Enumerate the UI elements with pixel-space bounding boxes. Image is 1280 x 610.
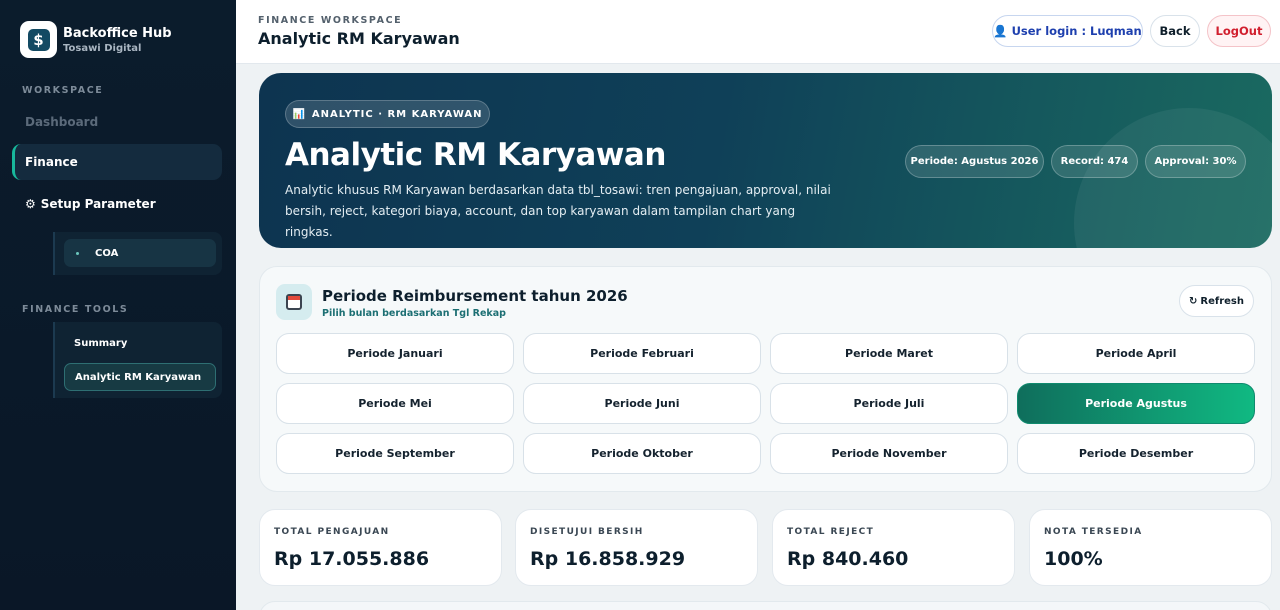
hero-title: Analytic RM Karyawan <box>285 137 666 173</box>
workspace-eyebrow: FINANCE WORKSPACE <box>258 15 403 26</box>
brand-title: Backoffice Hub <box>63 25 172 41</box>
user-icon: 👤 <box>993 24 1008 38</box>
month-button-mei[interactable]: Periode Mei <box>276 383 514 424</box>
sidebar-item-setup-parameter[interactable]: ⚙ Setup Parameter <box>12 186 222 222</box>
month-button-maret[interactable]: Periode Maret <box>770 333 1008 374</box>
sidebar-item-label: Summary <box>74 337 128 349</box>
refresh-label: Refresh <box>1200 295 1244 307</box>
sidebar-item-label: Setup Parameter <box>40 197 156 211</box>
stat-card-total-reject: TOTAL REJECT Rp 840.460 <box>772 509 1015 586</box>
page-title: Analytic RM Karyawan <box>258 29 460 48</box>
sidebar-item-label: Analytic RM Karyawan <box>75 371 202 383</box>
hero-tag: 📊 ANALYTIC · RM KARYAWAN <box>285 100 490 128</box>
month-button-juni[interactable]: Periode Juni <box>523 383 761 424</box>
bullet-icon <box>76 251 79 255</box>
month-button-juli[interactable]: Periode Juli <box>770 383 1008 424</box>
brand[interactable]: $ Backoffice Hub Tosawi Digital <box>20 21 172 58</box>
sidebar-item-label: Finance <box>25 155 78 169</box>
stat-value: Rp 840.460 <box>787 548 909 570</box>
month-button-november[interactable]: Periode November <box>770 433 1008 474</box>
sidebar-item-label: Dashboard <box>25 115 99 129</box>
logo-icon: $ <box>20 21 57 58</box>
refresh-icon: ↻ <box>1188 295 1198 307</box>
sidebar: $ Backoffice Hub Tosawi Digital WORKSPAC… <box>0 0 236 610</box>
topbar: FINANCE WORKSPACE Analytic RM Karyawan 👤… <box>236 0 1280 64</box>
sidebar-item-finance[interactable]: Finance <box>12 144 222 180</box>
workspace-section-label: WORKSPACE <box>22 85 104 96</box>
user-login-label: User login : Luqman <box>1011 24 1142 38</box>
setup-subpanel: COA <box>53 232 222 275</box>
month-button-agustus[interactable]: Periode Agustus <box>1017 383 1255 424</box>
month-button-april[interactable]: Periode April <box>1017 333 1255 374</box>
period-selector-card: Periode Reimbursement tahun 2026 Pilih b… <box>259 266 1272 492</box>
hero-description: Analytic khusus RM Karyawan berdasarkan … <box>285 183 831 239</box>
month-grid: Periode Januari Periode Februari Periode… <box>276 333 1255 474</box>
stat-value: Rp 17.055.886 <box>274 548 430 570</box>
next-section-card <box>259 601 1272 610</box>
month-button-september[interactable]: Periode September <box>276 433 514 474</box>
approval-chip: Approval: 30% <box>1145 145 1246 178</box>
stat-card-disetujui-bersih: DISETUJUI BERSIH Rp 16.858.929 <box>515 509 758 586</box>
sidebar-item-dashboard[interactable]: Dashboard <box>12 104 222 140</box>
brand-subtitle: Tosawi Digital <box>63 42 142 54</box>
stat-card-nota-tersedia: NOTA TERSEDIA 100% <box>1029 509 1272 586</box>
stat-label: DISETUJUI BERSIH <box>530 527 644 537</box>
month-button-desember[interactable]: Periode Desember <box>1017 433 1255 474</box>
month-button-oktober[interactable]: Periode Oktober <box>523 433 761 474</box>
hero-tag-label: ANALYTIC · RM KARYAWAN <box>311 108 483 120</box>
refresh-button[interactable]: ↻ Refresh <box>1179 285 1254 317</box>
sidebar-item-label: COA <box>95 247 119 259</box>
back-button[interactable]: Back <box>1150 15 1200 47</box>
stat-card-total-pengajuan: TOTAL PENGAJUAN Rp 17.055.886 <box>259 509 502 586</box>
period-title: Periode Reimbursement tahun 2026 <box>322 287 628 305</box>
user-login-badge[interactable]: 👤 User login : Luqman <box>992 15 1143 47</box>
decorative-glow <box>1074 108 1272 248</box>
stat-value: Rp 16.858.929 <box>530 548 686 570</box>
bar-chart-icon: 📊 <box>292 108 306 120</box>
month-button-januari[interactable]: Periode Januari <box>276 333 514 374</box>
stat-label: TOTAL PENGAJUAN <box>274 527 390 537</box>
logout-button[interactable]: LogOut <box>1207 15 1271 47</box>
gear-icon: ⚙ <box>25 197 36 211</box>
period-subtitle: Pilih bulan berdasarkan Tgl Rekap <box>322 308 506 319</box>
finance-tools-section-label: FINANCE TOOLS <box>22 304 129 315</box>
record-chip: Record: 474 <box>1051 145 1138 178</box>
stat-value: 100% <box>1044 548 1103 570</box>
stat-label: NOTA TERSEDIA <box>1044 527 1143 537</box>
month-button-februari[interactable]: Periode Februari <box>523 333 761 374</box>
stat-label: TOTAL REJECT <box>787 527 875 537</box>
sidebar-item-summary[interactable]: Summary <box>64 329 216 357</box>
finance-tools-panel: Summary Analytic RM Karyawan <box>53 322 222 398</box>
periode-chip: Periode: Agustus 2026 <box>905 145 1044 178</box>
hero-banner: 📊 ANALYTIC · RM KARYAWAN Analytic RM Kar… <box>259 73 1272 248</box>
calendar-icon <box>276 284 312 320</box>
sidebar-item-analytic-rm[interactable]: Analytic RM Karyawan <box>64 363 216 391</box>
sidebar-item-coa[interactable]: COA <box>64 239 216 267</box>
